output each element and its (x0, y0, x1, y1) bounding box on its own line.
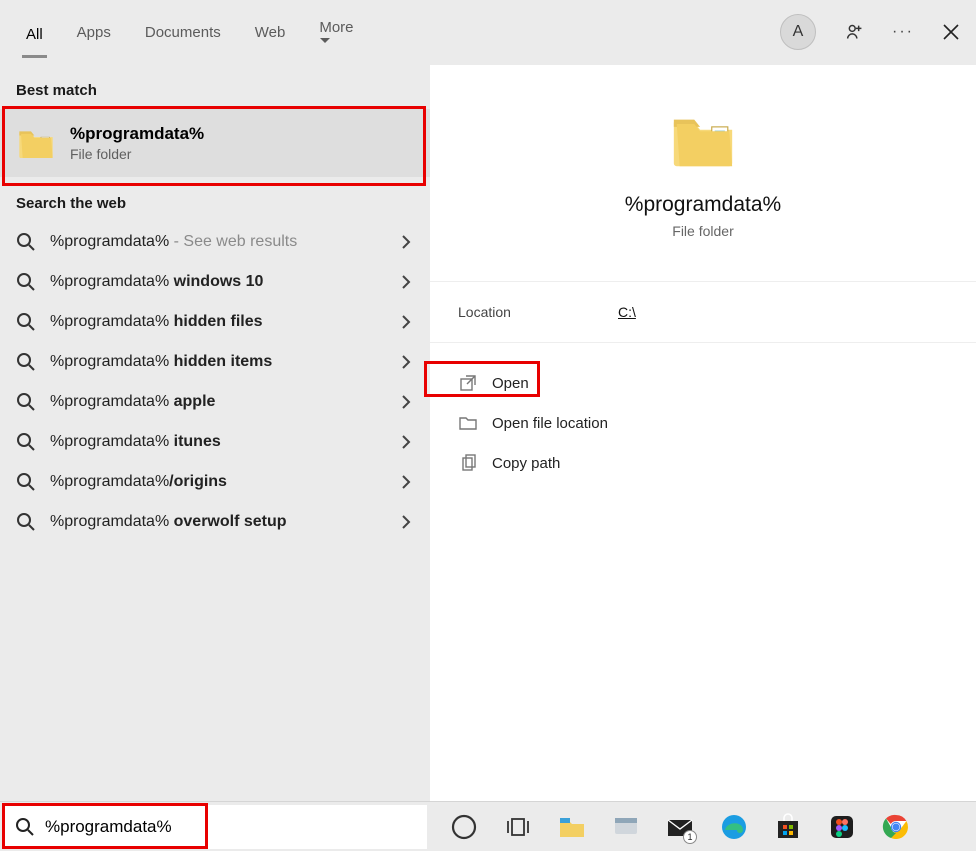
feedback-icon[interactable] (844, 22, 864, 42)
suggestion-item[interactable]: %programdata%/origins (0, 462, 430, 502)
mail-icon[interactable]: 1 (665, 812, 695, 842)
preview-panel: %programdata% File folder Location C:\ O… (430, 65, 976, 801)
chevron-right-icon (398, 434, 414, 450)
suggestion-item[interactable]: %programdata% windows 10 (0, 262, 430, 302)
search-input[interactable]: %programdata% (45, 817, 172, 837)
location-value[interactable]: C:\ (618, 304, 636, 320)
location-label: Location (458, 304, 618, 320)
suggestion-text: %programdata% hidden files (50, 313, 384, 331)
folder-icon (16, 123, 56, 163)
tab-documents[interactable]: Documents (141, 18, 225, 47)
chevron-right-icon (398, 314, 414, 330)
tab-all[interactable]: All (22, 20, 47, 58)
actions-list: Open Open file location Copy path (430, 353, 976, 493)
top-tabs-bar: All Apps Documents Web More A ··· (0, 0, 976, 64)
best-match-result[interactable]: %programdata% File folder (0, 109, 430, 177)
tab-more-label: More (319, 19, 353, 36)
results-panel: Best match %programdata% File folder Sea… (0, 64, 430, 801)
suggestion-text: %programdata% itunes (50, 433, 384, 451)
chevron-right-icon (398, 474, 414, 490)
suggestion-item[interactable]: %programdata% overwolf setup (0, 502, 430, 542)
chevron-right-icon (398, 514, 414, 530)
suggestion-item[interactable]: %programdata% apple (0, 382, 430, 422)
more-options-icon[interactable]: ··· (892, 23, 914, 41)
copy-icon (458, 453, 478, 473)
preview-subtitle: File folder (450, 223, 956, 239)
search-icon (16, 512, 36, 532)
suggestion-text: %programdata%/origins (50, 473, 384, 491)
figma-icon[interactable] (827, 812, 857, 842)
search-web-header: Search the web (0, 177, 430, 222)
folder-open-icon (458, 413, 478, 433)
suggestion-text: %programdata% apple (50, 393, 384, 411)
tab-apps[interactable]: Apps (73, 18, 115, 47)
top-right-controls: A ··· (780, 14, 960, 50)
close-button[interactable] (942, 23, 960, 41)
search-icon (16, 352, 36, 372)
copy-path-label: Copy path (492, 455, 560, 472)
suggestion-text: %programdata% hidden items (50, 353, 384, 371)
cortana-icon[interactable] (449, 812, 479, 842)
preview-title: %programdata% (450, 193, 956, 217)
open-file-location-label: Open file location (492, 415, 608, 432)
task-view-icon[interactable] (503, 812, 533, 842)
preview-header: %programdata% File folder (430, 65, 976, 269)
app-icon[interactable] (611, 812, 641, 842)
mail-badge: 1 (683, 830, 697, 844)
chevron-right-icon (398, 234, 414, 250)
open-label: Open (492, 375, 529, 392)
folder-icon (668, 105, 738, 175)
store-icon[interactable] (773, 812, 803, 842)
edge-icon[interactable] (719, 812, 749, 842)
suggestion-item[interactable]: %programdata% hidden items (0, 342, 430, 382)
suggestion-item[interactable]: %programdata% hidden files (0, 302, 430, 342)
open-action[interactable]: Open (430, 363, 976, 403)
tabs-container: All Apps Documents Web More (22, 13, 780, 52)
search-icon (15, 817, 35, 837)
main-container: Best match %programdata% File folder Sea… (0, 64, 976, 801)
search-icon (16, 472, 36, 492)
chevron-right-icon (398, 394, 414, 410)
tab-more[interactable]: More (315, 13, 361, 52)
best-match-title: %programdata% (70, 124, 204, 144)
chevron-down-icon (319, 36, 357, 46)
copy-path-action[interactable]: Copy path (430, 443, 976, 483)
suggestion-list: %programdata% - See web results %programd… (0, 222, 430, 542)
taskbar-icons: 1 (427, 812, 976, 842)
best-match-text: %programdata% File folder (70, 124, 204, 162)
chrome-icon[interactable] (881, 812, 911, 842)
suggestion-item[interactable]: %programdata% - See web results (0, 222, 430, 262)
open-icon (458, 373, 478, 393)
tab-web[interactable]: Web (251, 18, 290, 47)
best-match-header: Best match (0, 64, 430, 109)
suggestion-item[interactable]: %programdata% itunes (0, 422, 430, 462)
chevron-right-icon (398, 354, 414, 370)
suggestion-text: %programdata% windows 10 (50, 273, 384, 291)
search-icon (16, 232, 36, 252)
taskbar: %programdata% 1 (0, 801, 976, 851)
best-match-subtitle: File folder (70, 146, 204, 162)
search-icon (16, 392, 36, 412)
user-avatar[interactable]: A (780, 14, 816, 50)
suggestion-text: %programdata% overwolf setup (50, 513, 384, 531)
search-icon (16, 312, 36, 332)
open-file-location-action[interactable]: Open file location (430, 403, 976, 443)
search-icon (16, 272, 36, 292)
suggestion-text: %programdata% - See web results (50, 233, 384, 251)
location-row: Location C:\ (430, 281, 976, 343)
search-box[interactable]: %programdata% (3, 805, 427, 849)
search-icon (16, 432, 36, 452)
chevron-right-icon (398, 274, 414, 290)
file-explorer-icon[interactable] (557, 812, 587, 842)
